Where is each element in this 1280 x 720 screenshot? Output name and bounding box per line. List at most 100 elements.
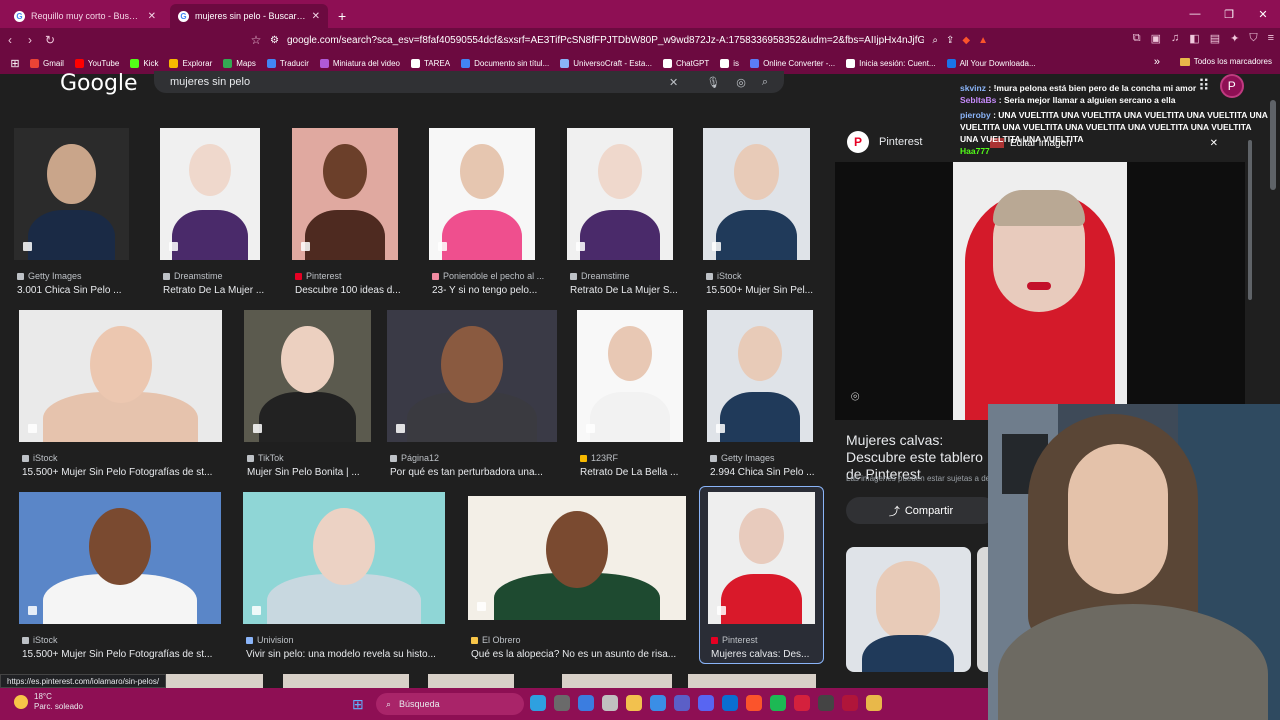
result-source[interactable]: iStock bbox=[22, 453, 58, 463]
taskview-icon[interactable] bbox=[554, 695, 570, 711]
result-image[interactable] bbox=[577, 310, 683, 442]
result-source[interactable]: Getty Images bbox=[17, 271, 82, 281]
store-icon[interactable] bbox=[650, 695, 666, 711]
bookmark-item[interactable]: ChatGPT bbox=[662, 58, 709, 68]
result-image[interactable] bbox=[429, 128, 535, 260]
file-explorer-icon[interactable] bbox=[626, 695, 642, 711]
bookmark-item[interactable]: TAREA bbox=[411, 58, 450, 68]
media-icon[interactable]: ♫ bbox=[1171, 32, 1179, 45]
leo-icon[interactable]: ✦ bbox=[1230, 32, 1239, 45]
all-bookmarks[interactable]: Todos los marcadores bbox=[1179, 57, 1272, 66]
bookmark-item[interactable]: Online Converter -... bbox=[750, 58, 835, 68]
bookmark-star-icon[interactable]: ☆ bbox=[246, 33, 266, 47]
restore-icon[interactable]: ❐ bbox=[1212, 8, 1246, 21]
result-source[interactable]: Pinterest bbox=[295, 271, 342, 281]
wallet-icon[interactable]: ▤ bbox=[1210, 32, 1220, 45]
result-source[interactable]: TikTok bbox=[247, 453, 284, 463]
windows-start-icon[interactable]: ⊞ bbox=[352, 696, 364, 713]
sidebar-icon[interactable]: ◧ bbox=[1189, 32, 1199, 45]
result-title[interactable]: 2.994 Chica Sin Pelo ... bbox=[710, 467, 815, 478]
edge-icon[interactable] bbox=[530, 695, 546, 711]
result-title[interactable]: Vivir sin pelo: una modelo revela su his… bbox=[246, 649, 436, 660]
preview-image[interactable]: ⌾ bbox=[835, 162, 1245, 420]
search-box[interactable]: mujeres sin pelo ✕ 🎙 ◎ ⌕ bbox=[154, 71, 784, 93]
result-source[interactable]: Página12 bbox=[390, 453, 439, 463]
result-image[interactable] bbox=[707, 310, 813, 442]
result-title[interactable]: 15.500+ Mujer Sin Pelo Fotografías de st… bbox=[22, 467, 212, 478]
result-image[interactable] bbox=[14, 128, 129, 260]
zoom-icon[interactable]: ⌕ bbox=[932, 35, 938, 46]
result-title[interactable]: Por qué es tan perturbadora una... bbox=[390, 467, 543, 478]
app-icon[interactable] bbox=[842, 695, 858, 711]
result-image[interactable] bbox=[292, 128, 398, 260]
close-window-icon[interactable]: ✕ bbox=[1246, 8, 1280, 21]
result-image[interactable] bbox=[708, 492, 815, 624]
extensions-icon[interactable]: ⧉ bbox=[1133, 32, 1141, 45]
result-source[interactable]: Poniendole el pecho al ... bbox=[432, 271, 544, 281]
clear-icon[interactable]: ✕ bbox=[669, 76, 678, 89]
result-source[interactable]: El Obrero bbox=[471, 635, 521, 645]
bookmark-item[interactable]: UniversoCraft - Esta... bbox=[560, 58, 652, 68]
discord-icon[interactable] bbox=[698, 695, 714, 711]
lens-search-icon[interactable]: ⌾ bbox=[851, 388, 859, 405]
back-icon[interactable]: ‹ bbox=[0, 33, 20, 47]
brave-rewards-icon[interactable]: ▲ bbox=[978, 35, 988, 46]
reload-icon[interactable]: ↻ bbox=[40, 33, 60, 47]
result-source[interactable]: Getty Images bbox=[710, 453, 775, 463]
result-image[interactable] bbox=[19, 492, 221, 624]
close-tab-icon[interactable]: ✕ bbox=[312, 11, 320, 22]
bookmark-item[interactable]: Gmail bbox=[30, 58, 64, 68]
copilot-icon[interactable] bbox=[578, 695, 594, 711]
bookmark-item[interactable]: Explorar bbox=[169, 58, 212, 68]
teams-icon[interactable] bbox=[674, 695, 690, 711]
lens-icon[interactable]: ◎ bbox=[736, 76, 746, 89]
page-scrollbar[interactable] bbox=[1270, 100, 1276, 190]
result-source[interactable]: Univision bbox=[246, 635, 294, 645]
search-input[interactable]: mujeres sin pelo bbox=[170, 76, 653, 88]
result-image[interactable] bbox=[387, 310, 557, 442]
menu-icon[interactable]: ≡ bbox=[1268, 32, 1274, 45]
bookmark-item[interactable]: is bbox=[720, 58, 739, 68]
weather-widget[interactable]: 18°C Parc. soleado bbox=[14, 692, 83, 712]
more-bookmarks-icon[interactable]: » bbox=[1154, 56, 1160, 68]
result-image[interactable] bbox=[160, 128, 260, 260]
result-source[interactable]: Pinterest bbox=[711, 635, 758, 645]
share-button[interactable]: ⤴ Compartir bbox=[846, 497, 996, 524]
bookmark-item[interactable]: Traducir bbox=[266, 58, 309, 68]
obs-icon[interactable] bbox=[818, 695, 834, 711]
result-image[interactable] bbox=[243, 492, 445, 624]
panel-scrollbar[interactable] bbox=[1248, 140, 1252, 300]
vpn-icon[interactable]: ⛉ bbox=[1249, 32, 1257, 45]
tab-mujeres-sin-pelo[interactable]: G mujeres sin pelo - Buscar con Google ✕ bbox=[170, 4, 328, 28]
outlook-icon[interactable] bbox=[722, 695, 738, 711]
brave-shield-icon[interactable]: ◆ bbox=[962, 35, 970, 46]
result-source[interactable]: iStock bbox=[22, 635, 58, 645]
result-title[interactable]: Mujer Sin Pelo Bonita | ... bbox=[247, 467, 360, 478]
result-source[interactable]: Dreamstime bbox=[163, 271, 223, 281]
result-title[interactable]: Descubre 100 ideas d... bbox=[295, 285, 401, 296]
bookmark-item[interactable]: Documento sin títul... bbox=[461, 58, 549, 68]
minimize-icon[interactable]: — bbox=[1178, 8, 1212, 20]
result-title[interactable]: 15.500+ Mujer Sin Pelo Fotografías de st… bbox=[22, 649, 212, 660]
panel-site-name[interactable]: Pinterest bbox=[879, 136, 922, 148]
apps-grid-icon[interactable]: ⊞ bbox=[0, 57, 30, 70]
result-title[interactable]: Retrato De La Mujer S... bbox=[570, 285, 678, 296]
bookmark-item[interactable]: Maps bbox=[223, 58, 256, 68]
notes-icon[interactable] bbox=[602, 695, 618, 711]
brave-icon[interactable] bbox=[746, 695, 762, 711]
bookmark-item[interactable]: All Your Downloada... bbox=[946, 58, 1036, 68]
bookmark-item[interactable]: Miniatura del video bbox=[319, 58, 400, 68]
related-image[interactable] bbox=[846, 547, 971, 672]
taskbar-search[interactable]: ⌕ Búsqueda bbox=[376, 693, 524, 715]
spotify-icon[interactable] bbox=[770, 695, 786, 711]
bookmark-item[interactable]: Kick bbox=[130, 58, 158, 68]
share-icon[interactable]: ⇪ bbox=[946, 35, 954, 46]
result-image[interactable] bbox=[567, 128, 673, 260]
app-icon[interactable] bbox=[794, 695, 810, 711]
result-image[interactable] bbox=[703, 128, 810, 260]
result-title[interactable]: 15.500+ Mujer Sin Pel... bbox=[706, 285, 813, 296]
result-title[interactable]: 23- Y si no tengo pelo... bbox=[432, 285, 537, 296]
result-image[interactable] bbox=[244, 310, 371, 442]
bookmark-item[interactable]: Inicia sesión: Cuent... bbox=[846, 58, 936, 68]
site-info-icon[interactable]: ⚙ bbox=[270, 35, 279, 46]
